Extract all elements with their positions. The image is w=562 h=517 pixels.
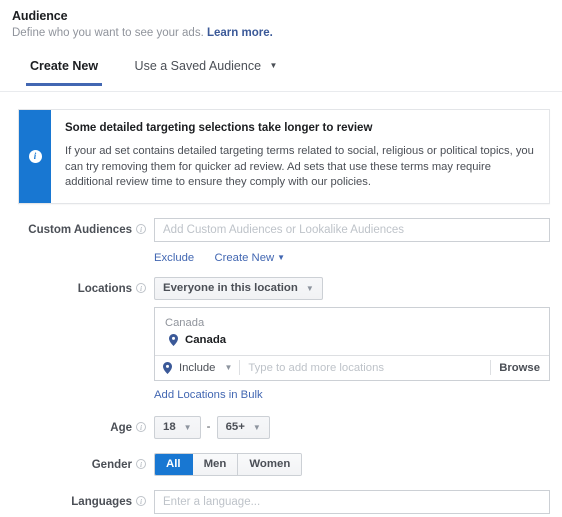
age-field: 18 ▼ - 65+ ▼ <box>154 415 550 439</box>
locations-typeahead-input[interactable] <box>240 356 491 379</box>
tab-use-saved-audience[interactable]: Use a Saved Audience ▼ <box>131 58 282 83</box>
locations-scope-select[interactable]: Everyone in this location ▼ <box>154 276 323 300</box>
targeting-review-banner: i Some detailed targeting selections tak… <box>18 109 550 204</box>
create-new-audience-link[interactable]: Create New ▼ <box>214 252 285 264</box>
chevron-down-icon-locations-scope: ▼ <box>305 283 314 293</box>
age-label: Age i <box>18 416 154 440</box>
locations-label: Locations i <box>18 277 154 301</box>
banner-accent-bar: i <box>19 110 51 203</box>
tab-create-new[interactable]: Create New <box>26 58 103 86</box>
locations-box: Canada Canada Include ▼ Type to add more… <box>154 306 550 381</box>
age-min-select[interactable]: 18 ▼ <box>154 415 201 439</box>
page-subtitle-text: Define who you want to see your ads. <box>12 27 204 39</box>
age-range-controls: 18 ▼ - 65+ ▼ <box>154 415 550 439</box>
panel-header: Audience Define who you want to see your… <box>0 0 562 41</box>
page-title: Audience <box>12 9 68 23</box>
age-max-value: 65+ <box>225 421 245 433</box>
age-label-text: Age <box>110 421 132 434</box>
info-icon-gender[interactable]: i <box>136 458 146 469</box>
chevron-down-icon-create-new: ▼ <box>277 252 286 262</box>
banner-title: Some detailed targeting selections take … <box>65 122 373 134</box>
gender-option-women[interactable]: Women <box>238 453 302 475</box>
custom-audiences-field: Exclude Create New▼ <box>154 217 550 265</box>
locations-scope-value: Everyone in this location <box>163 282 298 294</box>
row-custom-audiences: Custom Audiences i Exclude Create New▼ <box>18 217 550 265</box>
locations-label-text: Locations <box>77 282 132 295</box>
chevron-down-icon-age-min: ▼ <box>183 422 192 432</box>
audience-tabs: Create New Use a Saved Audience ▼ <box>0 58 562 92</box>
info-icon-age[interactable]: i <box>136 421 146 432</box>
page-subtitle: Define who you want to see your ads. Lea… <box>12 26 562 41</box>
banner-description: If your ad set contains detailed targeti… <box>65 145 534 188</box>
info-icon-languages[interactable]: i <box>136 495 146 506</box>
gender-option-men[interactable]: Men <box>192 453 239 475</box>
gender-label: Gender i <box>18 453 154 477</box>
banner-body: Some detailed targeting selections take … <box>51 110 549 203</box>
location-selected-item[interactable]: Canada <box>155 332 549 355</box>
gender-label-text: Gender <box>91 458 132 471</box>
chevron-down-icon: ▼ <box>269 61 278 70</box>
gender-option-all[interactable]: All <box>155 453 193 475</box>
locations-include-select[interactable]: Include ▼ <box>155 361 239 374</box>
languages-label-text: Languages <box>71 495 132 508</box>
age-max-select[interactable]: 65+ ▼ <box>216 415 270 439</box>
row-age: Age i 18 ▼ - 65+ ▼ <box>18 415 550 440</box>
info-icon: i <box>28 149 42 163</box>
map-pin-icon <box>169 333 178 346</box>
row-locations: Locations i Everyone in this location ▼ C… <box>18 276 550 403</box>
map-pin-icon-include <box>163 361 172 374</box>
custom-audiences-label: Custom Audiences i <box>18 218 154 242</box>
location-selected-name: Canada <box>185 333 227 346</box>
create-new-audience-label: Create New <box>214 251 275 264</box>
gender-field: All Men Women <box>154 452 550 476</box>
custom-audiences-label-text: Custom Audiences <box>28 223 132 236</box>
browse-locations-button[interactable]: Browse <box>491 362 549 374</box>
custom-audiences-input[interactable] <box>154 217 550 242</box>
info-icon-locations[interactable]: i <box>136 282 146 293</box>
row-gender: Gender i All Men Women <box>18 452 550 477</box>
locations-include-value: Include <box>179 361 216 374</box>
locations-group-label: Canada <box>165 316 205 329</box>
exclude-link[interactable]: Exclude <box>154 252 194 264</box>
row-languages: Languages i <box>18 489 550 514</box>
locations-field: Everyone in this location ▼ Canada Canad… <box>154 276 550 403</box>
tab-use-saved-audience-label: Use a Saved Audience <box>134 59 262 73</box>
locations-footer: Include ▼ Browse <box>155 354 549 380</box>
languages-label: Languages i <box>18 490 154 514</box>
age-min-value: 18 <box>163 421 176 433</box>
info-icon-custom-audiences[interactable]: i <box>136 223 146 234</box>
add-locations-in-bulk-link[interactable]: Add Locations in Bulk <box>154 389 263 401</box>
gender-segmented-control: All Men Women <box>154 452 303 476</box>
languages-field <box>154 489 550 514</box>
chevron-down-icon-include: ▼ <box>224 363 233 372</box>
learn-more-link[interactable]: Learn more. <box>207 27 273 39</box>
audience-form: Custom Audiencesi Exclude Create New▼ Lo… <box>0 217 562 514</box>
languages-input[interactable] <box>154 489 550 514</box>
custom-audiences-links: Exclude Create New ▼ <box>154 251 550 265</box>
chevron-down-icon-age-max: ▼ <box>252 422 261 432</box>
age-range-dash: - <box>206 421 211 433</box>
audience-panel: Audience Define who you want to see your… <box>0 0 562 517</box>
tab-create-new-label: Create New <box>30 59 99 73</box>
